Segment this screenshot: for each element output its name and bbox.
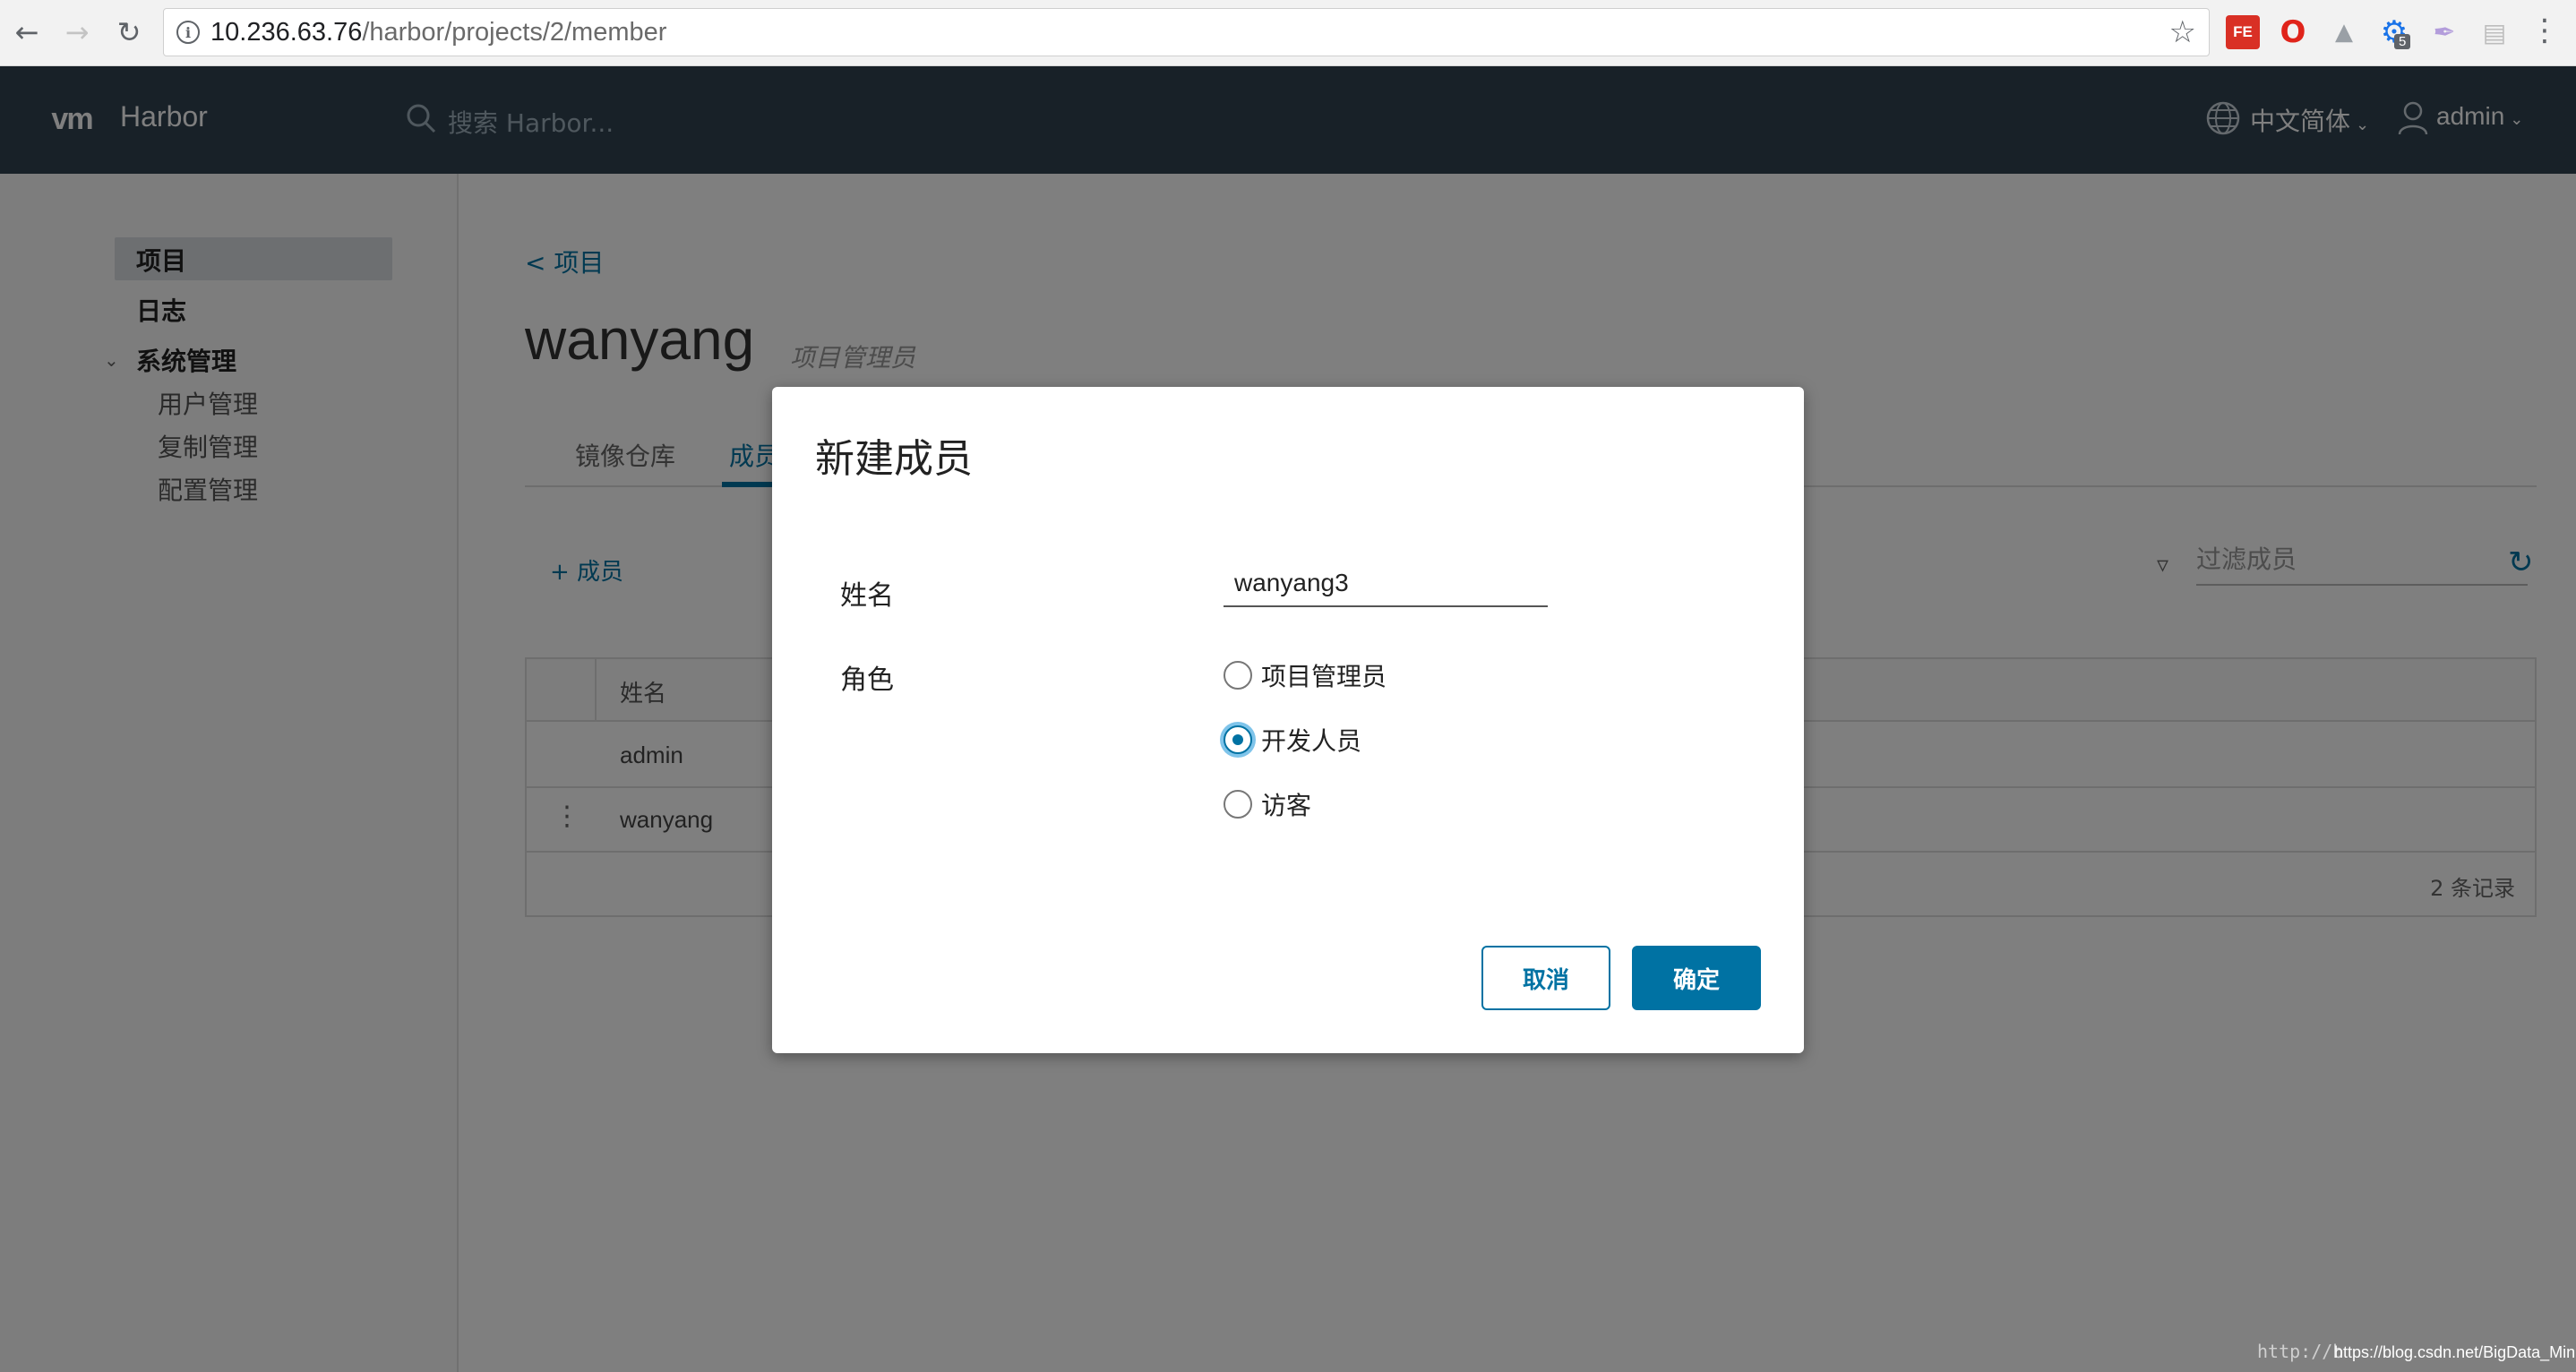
role-option-project-admin[interactable]: 项目管理员 — [1224, 657, 1387, 693]
fe-extension-icon[interactable]: FE — [2226, 15, 2260, 49]
address-bar[interactable]: i 10.236.63.76/harbor/projects/2/member … — [163, 8, 2210, 56]
role-label-guest: 访客 — [1261, 791, 1312, 820]
name-field[interactable] — [1224, 561, 1548, 607]
dialog-title: 新建成员 — [815, 436, 973, 482]
role-option-guest[interactable]: 访客 — [1224, 786, 1311, 822]
radio-button[interactable] — [1224, 661, 1252, 690]
forward-icon[interactable]: → — [57, 13, 97, 52]
url-text[interactable]: 10.236.63.76/harbor/projects/2/member — [210, 18, 666, 47]
layout-icon[interactable]: ▤ — [2477, 15, 2512, 49]
bookmark-star-icon[interactable]: ☆ — [2169, 14, 2196, 50]
cancel-button[interactable]: 取消 — [1481, 946, 1610, 1010]
pen-icon[interactable]: ✒ — [2427, 15, 2461, 49]
reload-icon[interactable]: ↻ — [109, 13, 149, 52]
sitemap-icon[interactable]: ▲ — [2327, 15, 2361, 49]
radio-button[interactable] — [1224, 790, 1252, 819]
opera-icon[interactable]: O — [2276, 14, 2310, 50]
url-path: /harbor/projects/2/member — [362, 18, 667, 47]
browser-toolbar: ← → ↻ i 10.236.63.76/harbor/projects/2/m… — [0, 0, 2576, 66]
name-label: 姓名 — [840, 580, 894, 612]
extension-badge: 5 — [2394, 34, 2411, 49]
role-label-project-admin: 项目管理员 — [1261, 662, 1387, 691]
new-member-dialog: 新建成员 姓名 角色 项目管理员 开发人员 访客 取消 确定 — [772, 387, 1804, 1053]
radio-button-checked[interactable] — [1224, 725, 1252, 754]
watermark-text: http://b — [2257, 1341, 2344, 1362]
role-option-developer[interactable]: 开发人员 — [1224, 722, 1361, 758]
url-host: 10.236.63.76 — [210, 18, 363, 47]
site-info-icon[interactable]: i — [176, 21, 200, 44]
back-icon[interactable]: ← — [7, 13, 47, 52]
browser-menu-icon[interactable]: ⋮ — [2529, 13, 2560, 48]
role-label-developer: 开发人员 — [1261, 726, 1362, 756]
role-label: 角色 — [840, 665, 894, 696]
confirm-button[interactable]: 确定 — [1632, 946, 1761, 1010]
watermark-url: https://blog.csdn.net/BigData_Mining — [2334, 1343, 2576, 1361]
